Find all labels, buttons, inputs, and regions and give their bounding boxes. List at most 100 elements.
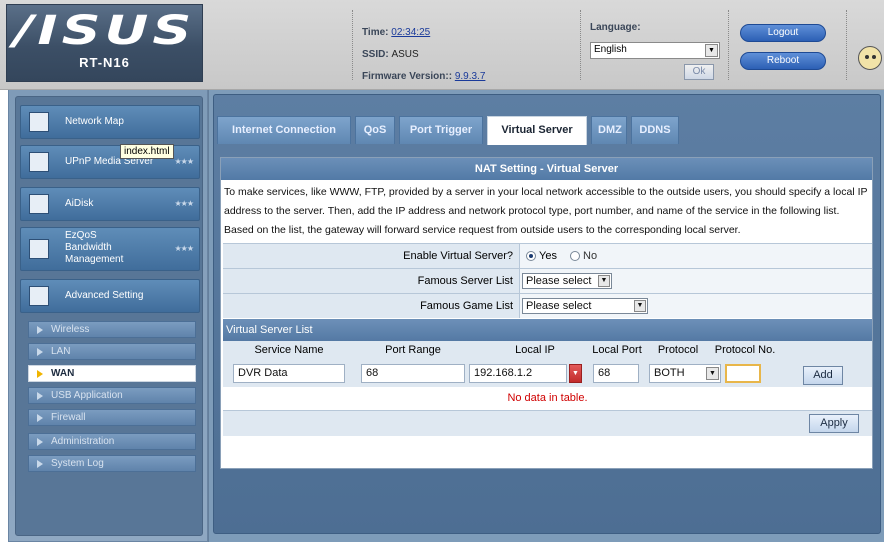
tab-port-trigger[interactable]: Port Trigger bbox=[399, 116, 483, 144]
sidebar-item-advanced-setting[interactable]: Advanced Setting bbox=[20, 279, 200, 313]
radio-no[interactable] bbox=[570, 251, 580, 262]
language-ok-button[interactable]: Ok bbox=[684, 64, 714, 80]
header-divider bbox=[728, 10, 729, 80]
enable-yes-option[interactable]: Yes bbox=[526, 250, 557, 262]
tab-virtual-server[interactable]: Virtual Server bbox=[487, 116, 587, 145]
sub-item-label: System Log bbox=[51, 458, 104, 469]
protocol-value: BOTH bbox=[654, 367, 685, 379]
add-button[interactable]: Add bbox=[803, 366, 843, 385]
column-port-range: Port Range bbox=[385, 344, 441, 356]
network-map-icon bbox=[29, 112, 49, 132]
language-label: Language: bbox=[590, 22, 641, 33]
tab-ddns[interactable]: DDNS bbox=[631, 116, 679, 144]
triangle-right-icon bbox=[37, 438, 43, 446]
chevron-down-icon: ▼ bbox=[706, 367, 719, 380]
sidebar-item-ezqos[interactable]: EzQoS Bandwidth Management ★★★ bbox=[20, 227, 200, 271]
sidebar-item-label: EzQoS Bandwidth Management bbox=[65, 230, 123, 266]
sub-item-label: WAN bbox=[51, 368, 75, 379]
local-port-input[interactable]: 68 bbox=[593, 364, 639, 383]
content-frame: Internet Connection QoS Port Trigger Vir… bbox=[213, 94, 881, 534]
sidebar-sub-usb-application[interactable]: USB Application bbox=[28, 387, 196, 404]
sidebar-sub-wireless[interactable]: Wireless bbox=[28, 321, 196, 338]
tab-internet-connection[interactable]: Internet Connection bbox=[217, 116, 351, 144]
local-ip-dropdown-button[interactable]: ▼ bbox=[569, 364, 582, 383]
header-bar: /ISUS RT-N16 Time: 02:34:25 SSID: ASUS F… bbox=[0, 0, 884, 90]
sub-item-label: LAN bbox=[51, 346, 71, 357]
famous-server-value: Please select bbox=[526, 275, 592, 287]
apply-row: Apply bbox=[223, 410, 872, 436]
radio-no-label: No bbox=[583, 250, 598, 262]
eye-shape bbox=[872, 55, 876, 59]
radio-yes[interactable] bbox=[526, 251, 536, 262]
sidebar-sub-lan[interactable]: LAN bbox=[28, 343, 196, 360]
ezqos-line1: EzQoS bbox=[65, 230, 97, 241]
brand-logo-box: /ISUS RT-N16 bbox=[6, 4, 203, 82]
sidebar-item-label: AiDisk bbox=[65, 198, 94, 209]
enable-virtual-server-field: Yes No bbox=[519, 244, 872, 268]
stars-icon: ★★★ bbox=[174, 199, 193, 208]
language-select[interactable]: English ▼ bbox=[590, 42, 720, 59]
language-value: English bbox=[594, 44, 627, 55]
header-divider bbox=[352, 10, 353, 80]
virtual-server-input-row: DVR Data 68 192.168.1.2 ▼ 68 BOTH ▼ Add bbox=[223, 359, 872, 387]
column-service-name: Service Name bbox=[254, 344, 324, 356]
status-info: Time: 02:34:25 SSID: ASUS Firmware Versi… bbox=[362, 22, 485, 88]
local-ip-input[interactable]: 192.168.1.2 bbox=[469, 364, 567, 383]
sidebar-sub-system-log[interactable]: System Log bbox=[28, 455, 196, 472]
protocol-no-input[interactable] bbox=[725, 364, 761, 383]
famous-server-row: Famous Server List Please select ▼ bbox=[223, 268, 872, 293]
virtual-server-list-header: Virtual Server List bbox=[223, 319, 872, 341]
column-local-ip: Local IP bbox=[515, 344, 555, 356]
sub-item-label: Wireless bbox=[51, 324, 90, 335]
virtual-server-panel: NAT Setting - Virtual Server To make ser… bbox=[220, 157, 873, 469]
column-header-row: Service Name Port Range Local IP Local P… bbox=[223, 341, 872, 359]
model-name: RT-N16 bbox=[79, 55, 130, 70]
chevron-down-icon: ▼ bbox=[598, 275, 610, 287]
firmware-link[interactable]: 9.9.3.7 bbox=[455, 71, 486, 82]
apply-button[interactable]: Apply bbox=[809, 414, 859, 433]
sidebar-sub-firewall[interactable]: Firewall bbox=[28, 409, 196, 426]
header-divider bbox=[580, 10, 581, 80]
service-name-input[interactable]: DVR Data bbox=[233, 364, 345, 383]
triangle-right-icon bbox=[37, 460, 43, 468]
asus-logo: /ISUS bbox=[13, 8, 196, 54]
column-protocol-no: Protocol No. bbox=[714, 344, 776, 356]
famous-game-select[interactable]: Please select ▼ bbox=[522, 298, 648, 314]
famous-game-row: Famous Game List Please select ▼ bbox=[223, 293, 872, 318]
radio-yes-label: Yes bbox=[539, 250, 557, 262]
ssid-label: SSID: bbox=[362, 49, 389, 60]
famous-server-select[interactable]: Please select ▼ bbox=[522, 273, 612, 289]
sidebar-sub-administration[interactable]: Administration bbox=[28, 433, 196, 450]
column-protocol: Protocol bbox=[657, 344, 699, 356]
chevron-down-icon: ▼ bbox=[634, 300, 646, 312]
enable-no-option[interactable]: No bbox=[570, 250, 597, 262]
sub-item-label: Firewall bbox=[51, 412, 86, 423]
triangle-right-icon bbox=[37, 370, 43, 378]
ezqos-line3: Management bbox=[65, 254, 124, 265]
famous-server-label: Famous Server List bbox=[417, 275, 513, 287]
tab-dmz[interactable]: DMZ bbox=[591, 116, 627, 144]
time-link[interactable]: 02:34:25 bbox=[391, 27, 430, 38]
eye-shape bbox=[865, 55, 869, 59]
enable-virtual-server-row: Enable Virtual Server? Yes No bbox=[223, 243, 872, 268]
bandwidth-icon bbox=[29, 239, 49, 259]
sidebar: Network Map UPnP Media Server ★★★ AiDisk… bbox=[8, 90, 208, 542]
tab-qos[interactable]: QoS bbox=[355, 116, 395, 144]
sub-item-label: USB Application bbox=[51, 390, 123, 401]
sidebar-item-label: Network Map bbox=[65, 116, 124, 127]
protocol-select[interactable]: BOTH ▼ bbox=[649, 364, 721, 383]
time-label: Time: bbox=[362, 27, 389, 38]
media-server-icon bbox=[29, 152, 49, 172]
sidebar-item-aidisk[interactable]: AiDisk ★★★ bbox=[20, 187, 200, 221]
port-range-input[interactable]: 68 bbox=[361, 364, 465, 383]
sidebar-sub-wan[interactable]: WAN bbox=[28, 365, 196, 382]
no-data-message: No data in table. bbox=[223, 388, 872, 408]
logout-button[interactable]: Logout bbox=[740, 24, 826, 42]
triangle-right-icon bbox=[37, 414, 43, 422]
enable-virtual-server-label: Enable Virtual Server? bbox=[403, 250, 513, 262]
sidebar-item-network-map[interactable]: Network Map bbox=[20, 105, 200, 139]
reboot-button[interactable]: Reboot bbox=[740, 52, 826, 70]
famous-game-field: Please select ▼ bbox=[519, 294, 872, 318]
mascot-face-icon bbox=[858, 46, 882, 70]
panel-title: NAT Setting - Virtual Server bbox=[221, 158, 872, 180]
